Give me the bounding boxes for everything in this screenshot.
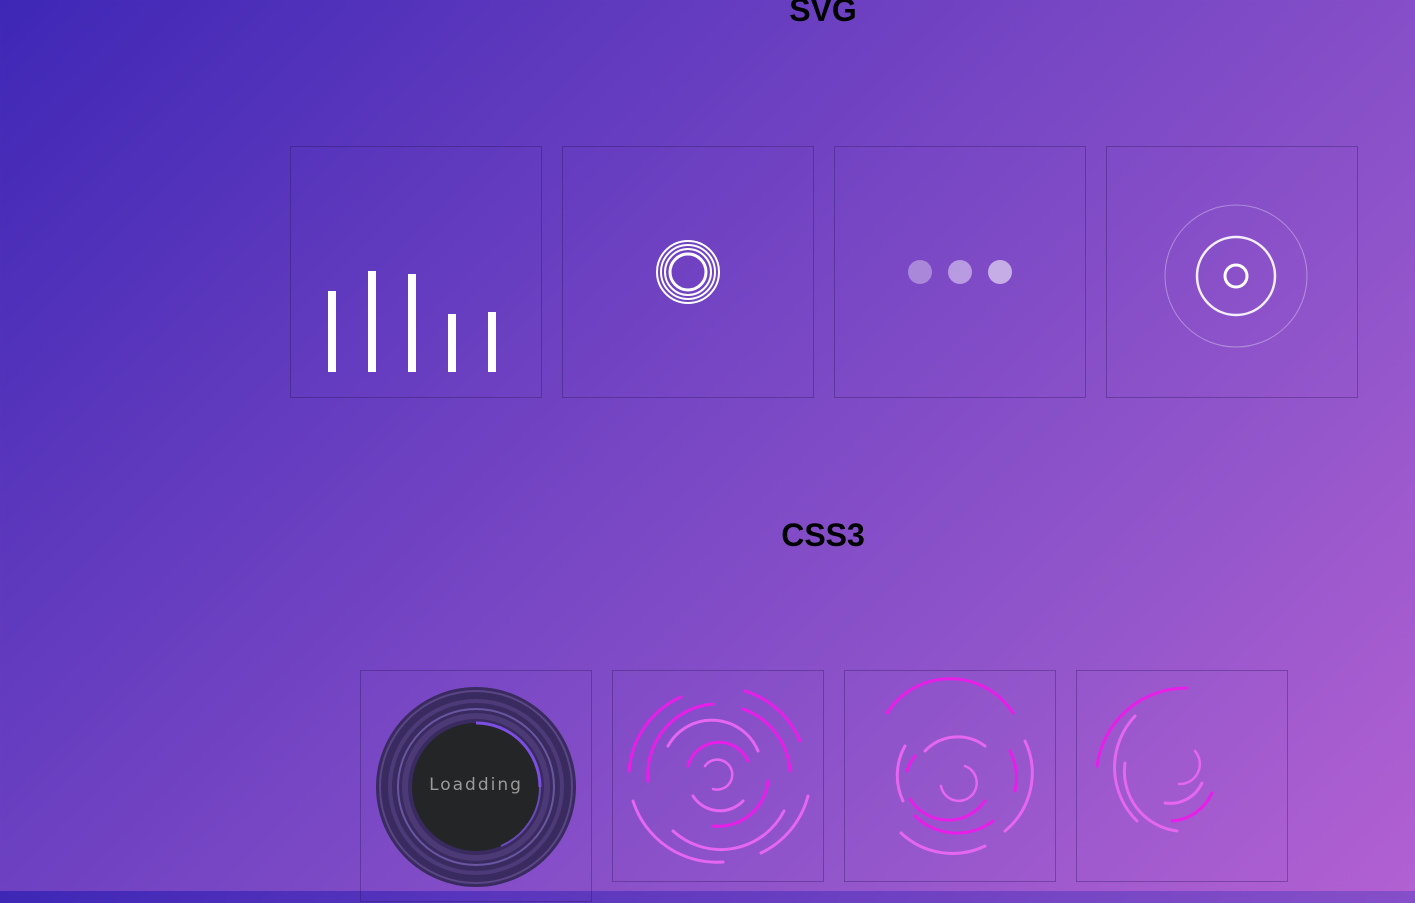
concentric-rings-icon bbox=[656, 240, 720, 304]
equalizer-bars-icon bbox=[328, 271, 496, 372]
css3-section-title: CSS3 bbox=[781, 517, 865, 553]
arc-rings-spinner-icon bbox=[885, 677, 1034, 855]
svg-loader-target-card bbox=[1106, 146, 1358, 398]
css3-loader-arcs-card-2 bbox=[844, 670, 1056, 882]
arc-rings-spinner-icon bbox=[627, 689, 810, 864]
svg-section-title: SVG bbox=[789, 0, 857, 28]
three-dots-icon bbox=[908, 260, 1012, 284]
svg-loader-rings-card bbox=[562, 146, 814, 398]
css3-loader-swirl-card bbox=[1076, 670, 1288, 882]
arc-swirl-spinner-icon bbox=[1095, 686, 1214, 833]
svg-loader-bars-card bbox=[290, 146, 542, 398]
css3-loader-arcs-card bbox=[612, 670, 824, 882]
svg-loader-dots-card bbox=[834, 146, 1086, 398]
loading-text: Loadding bbox=[429, 775, 523, 795]
css3-loader-disc-card: Loadding bbox=[360, 670, 592, 902]
target-pulse-icon bbox=[1164, 204, 1308, 348]
